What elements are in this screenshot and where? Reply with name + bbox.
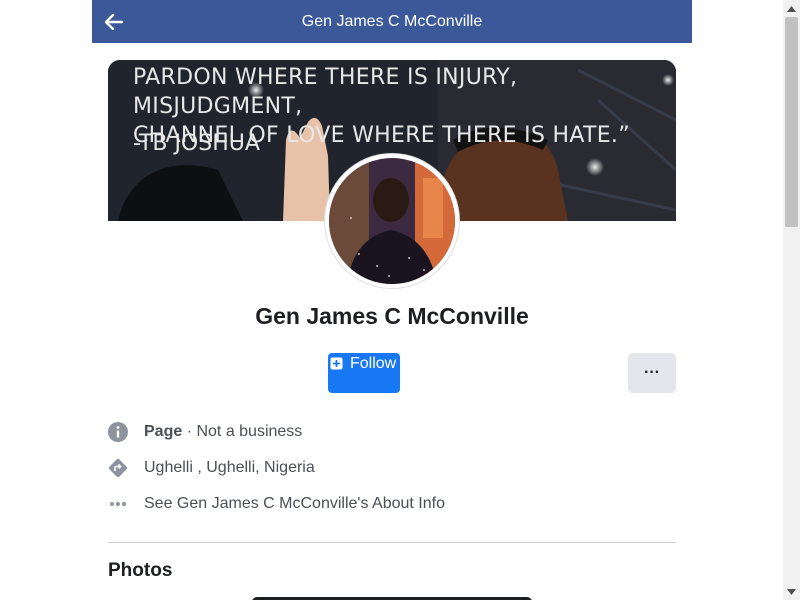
info-row-location[interactable]: Ughelli , Ughelli, Nigeria [108,456,668,480]
photos-section-title: Photos [108,560,173,581]
more-dots-icon: ··· [644,364,660,381]
profile-name: Gen James C McConville [255,303,529,329]
info-row-about[interactable]: See Gen James C McConville's About Info [108,492,668,516]
scroll-up-button[interactable] [783,0,800,17]
top-bar: Gen James C McConville [92,0,692,43]
section-divider [108,542,676,543]
page-type: Not a business [196,423,303,440]
profile-page: Gen James C McConville PARDON WHERE THER… [92,0,692,600]
back-button[interactable] [100,8,128,36]
avatar-ring [325,154,459,288]
follow-plus-icon [330,357,343,370]
page-separator: · [182,423,197,440]
about-info-link[interactable]: See Gen James C McConville's About Info [144,495,445,513]
triangle-down-icon [787,588,796,595]
directions-icon [108,458,128,478]
page-label: Page [144,423,183,440]
follow-button[interactable]: Follow [328,353,400,393]
location-text: Ughelli , Ughelli, Nigeria [144,459,315,476]
follow-button-label: Follow [350,355,397,372]
scroll-down-button[interactable] [783,583,800,600]
arrow-left-icon [105,14,123,30]
cover-quote-author: -TB JOSHUA [133,131,260,156]
page-title: Gen James C McConville [301,12,483,30]
scrollbar[interactable] [783,0,800,600]
more-options-button[interactable]: ··· [628,353,676,393]
info-icon [108,422,128,442]
info-row-page-type: Page · Not a business [108,420,668,444]
triangle-up-icon [787,5,796,12]
avatar[interactable] [329,158,455,284]
ellipsis-icon [108,494,128,514]
scrollbar-thumb[interactable] [785,17,798,227]
avatar-photo [329,158,455,284]
